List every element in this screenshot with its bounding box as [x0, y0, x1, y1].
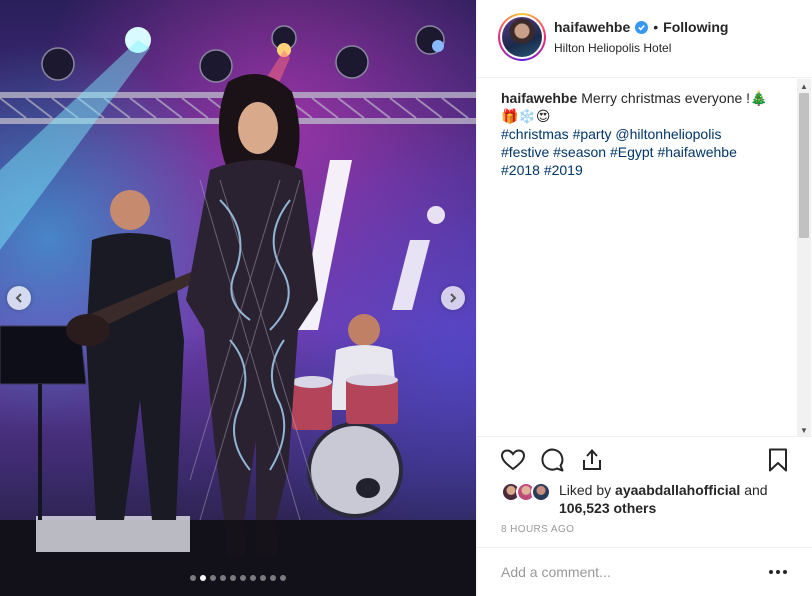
hashtag-season[interactable]: #season [553, 144, 606, 160]
chevron-right-icon [450, 293, 457, 303]
caption-username[interactable]: haifawehbe [501, 90, 577, 106]
comment-bar [477, 547, 812, 596]
action-bar [477, 440, 812, 480]
likes-prefix: Liked by [559, 482, 612, 498]
liker-avatars[interactable] [501, 482, 557, 502]
carousel-dot [210, 575, 216, 581]
hashtag-party[interactable]: #party [573, 126, 612, 142]
post-modal: haifawehbe • Following Hilton Heliopolis… [0, 0, 812, 596]
post-header: haifawehbe • Following Hilton Heliopolis… [477, 0, 812, 78]
caption-scrollbar[interactable]: ▲ ▼ [797, 79, 811, 436]
scroll-up-arrow-icon[interactable]: ▲ [797, 79, 811, 93]
carousel-dot [260, 575, 266, 581]
carousel-dot [280, 575, 286, 581]
hashtag-christmas[interactable]: #christmas [501, 126, 569, 142]
concert-photo-art [0, 25, 476, 596]
carousel-dot [230, 575, 236, 581]
comment-button[interactable] [538, 446, 566, 474]
carousel-dot [220, 575, 226, 581]
post-photo[interactable] [0, 0, 476, 596]
likes-conjunction: and [744, 482, 768, 498]
share-icon [583, 449, 601, 470]
hashtag-festive[interactable]: #festive [501, 144, 549, 160]
liker-avatar [531, 482, 551, 502]
likes-section: Liked by ayaabdallahofficial and 106,523… [477, 480, 812, 520]
comment-input[interactable] [501, 562, 761, 582]
caption-line-1: haifawehbe Merry christmas everyone !🎄🎁❄️… [501, 89, 781, 125]
share-button[interactable] [578, 446, 606, 474]
caption-line-2: #christmas #party @hiltonheliopolis [501, 125, 781, 143]
more-options-icon[interactable] [768, 562, 788, 582]
caption-line-3: #festive #season #Egypt #haifawehbe [501, 143, 781, 161]
carousel-next-button[interactable] [441, 286, 465, 310]
carousel-dot [250, 575, 256, 581]
following-button[interactable]: Following [663, 19, 728, 35]
hashtag-2019[interactable]: #2019 [544, 162, 583, 178]
post-side-panel: haifawehbe • Following Hilton Heliopolis… [476, 0, 812, 596]
mention-hiltonheliopolis[interactable]: @hiltonheliopolis [615, 126, 721, 142]
carousel-indicator [0, 575, 476, 581]
heart-icon [500, 449, 526, 471]
verified-badge-icon [635, 20, 649, 34]
carousel-prev-button[interactable] [7, 286, 31, 310]
scroll-down-arrow-icon[interactable]: ▼ [797, 423, 811, 436]
avatar-frame [500, 15, 544, 59]
like-button[interactable] [499, 446, 527, 474]
caption-line-4: #2018 #2019 [501, 161, 781, 179]
scroll-thumb[interactable] [799, 93, 809, 238]
separator-dot: • [653, 19, 659, 35]
likes-count-link[interactable]: 106,523 others [559, 500, 656, 516]
hashtag-haifawehbe[interactable]: #haifawehbe [657, 144, 736, 160]
header-user-line: haifawehbe • Following [554, 19, 728, 35]
liker-username-link[interactable]: ayaabdallahofficial [615, 482, 740, 498]
hashtag-egypt[interactable]: #Egypt [610, 144, 654, 160]
comment-bubble-icon [541, 448, 564, 472]
story-ring[interactable] [498, 13, 546, 61]
carousel-dot [240, 575, 246, 581]
hashtag-2018[interactable]: #2018 [501, 162, 540, 178]
likes-text: Liked by ayaabdallahofficial and 106,523… [559, 481, 809, 517]
carousel-dot [200, 575, 206, 581]
chevron-left-icon [15, 293, 22, 303]
caption-area: haifawehbe Merry christmas everyone !🎄🎁❄️… [477, 79, 812, 437]
location-link[interactable]: Hilton Heliopolis Hotel [554, 41, 671, 55]
username-link[interactable]: haifawehbe [554, 19, 630, 35]
caption: haifawehbe Merry christmas everyone !🎄🎁❄️… [501, 89, 781, 179]
post-timestamp[interactable]: 8 HOURS AGO [501, 524, 574, 535]
bookmark-icon [769, 448, 787, 472]
avatar [502, 17, 542, 57]
save-button[interactable] [764, 446, 792, 474]
carousel-dot [190, 575, 196, 581]
carousel-dot [270, 575, 276, 581]
